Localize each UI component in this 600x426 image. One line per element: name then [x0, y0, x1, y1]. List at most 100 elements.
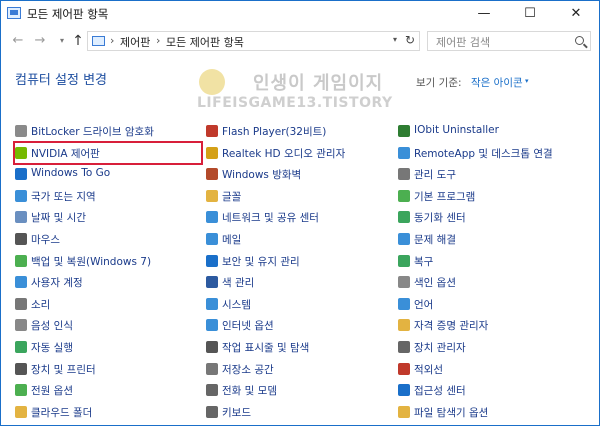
control-panel-item[interactable]: 글꼴 — [206, 186, 392, 206]
address-dropdown-icon[interactable]: ▾ — [393, 35, 397, 44]
refresh-button[interactable]: ↻ — [405, 33, 415, 47]
item-label: 작업 표시줄 및 탐색 — [222, 342, 310, 354]
backup-icon — [15, 255, 27, 267]
forward-button[interactable]: → — [31, 31, 49, 51]
control-panel-item[interactable]: 클라우드 폴더 — [15, 402, 201, 422]
item-label: 음성 인식 — [31, 320, 73, 332]
device-manager-icon — [398, 341, 410, 353]
control-panel-item[interactable]: 자격 증명 관리자 — [398, 315, 584, 335]
control-panel-item[interactable]: 보안 및 유지 관리 — [206, 251, 392, 271]
breadcrumb-all-items[interactable]: 모든 제어판 항목 — [166, 34, 244, 50]
watermark-line2: LIFEISGAME13.TISTORY — [197, 95, 393, 111]
search-box[interactable]: 제어판 검색 — [427, 31, 591, 51]
item-label: 장치 관리자 — [414, 342, 466, 354]
control-panel-item[interactable]: 작업 표시줄 및 탐색 — [206, 337, 392, 357]
item-label: 마우스 — [31, 234, 60, 246]
phone-icon — [206, 384, 218, 396]
printer-icon — [15, 363, 27, 375]
control-panel-item[interactable]: 전화 및 모뎀 — [206, 380, 392, 400]
control-panel-item[interactable]: 접근성 센터 — [398, 380, 584, 400]
control-panel-item[interactable]: 문제 해결 — [398, 229, 584, 249]
up-button[interactable]: ↑ — [69, 31, 87, 51]
control-panel-icon — [7, 7, 21, 19]
item-label: 자격 증명 관리자 — [414, 320, 489, 332]
control-panel-window: 모든 제어판 항목 — ☐ ✕ ← → ▾ ↑ › 제어판 › 모든 제어판 항… — [0, 0, 600, 426]
view-by-dropdown[interactable]: 작은 아이콘 — [471, 75, 523, 90]
item-label: 네트워크 및 공유 센터 — [222, 212, 319, 224]
realtek-icon — [206, 147, 218, 159]
control-panel-item[interactable]: 색 관리 — [206, 272, 392, 292]
control-panel-item[interactable]: 소리 — [15, 294, 201, 314]
watermark-line1: 인생이 게임이지 — [253, 73, 384, 94]
control-panel-item[interactable]: 음성 인식 — [15, 315, 201, 335]
item-label: 문제 해결 — [414, 234, 456, 246]
clock-icon — [15, 211, 27, 223]
search-icon[interactable] — [575, 36, 584, 45]
close-button[interactable]: ✕ — [553, 1, 599, 27]
control-panel-item[interactable]: Windows To Go — [15, 164, 201, 184]
control-panel-item[interactable]: NVIDIA 제어판 — [13, 141, 203, 165]
item-label: Realtek HD 오디오 관리자 — [222, 148, 346, 160]
control-panel-item[interactable]: 자동 실행 — [15, 337, 201, 357]
control-panel-item[interactable]: 관리 도구 — [398, 164, 584, 184]
control-panel-item[interactable]: 동기화 센터 — [398, 207, 584, 227]
control-panel-item[interactable]: BitLocker 드라이브 암호화 — [15, 121, 201, 141]
control-panel-item[interactable]: 마우스 — [15, 229, 201, 249]
folder-icon — [15, 406, 27, 418]
control-panel-item[interactable]: 장치 및 프린터 — [15, 359, 201, 379]
control-panel-item[interactable]: 백업 및 복원(Windows 7) — [15, 251, 201, 271]
flash-icon — [206, 125, 218, 137]
control-panel-item[interactable]: Flash Player(32비트) — [206, 121, 392, 141]
control-panel-item[interactable]: 언어 — [398, 294, 584, 314]
mouse-icon — [15, 233, 27, 245]
item-label: 파일 탐색기 옵션 — [414, 407, 489, 419]
control-panel-item[interactable]: 메일 — [206, 229, 392, 249]
control-panel-item[interactable]: 파일 탐색기 옵션 — [398, 402, 584, 422]
indexing-icon — [398, 276, 410, 288]
control-panel-item[interactable]: Realtek HD 오디오 관리자 — [206, 143, 392, 163]
watermark-moon — [199, 69, 225, 95]
control-panel-item[interactable]: 복구 — [398, 251, 584, 271]
back-button[interactable]: ← — [9, 31, 27, 51]
flag-icon — [206, 255, 218, 267]
control-panel-item[interactable]: 네트워크 및 공유 센터 — [206, 207, 392, 227]
control-panel-item[interactable]: 전원 옵션 — [15, 380, 201, 400]
control-panel-item[interactable]: 기본 프로그램 — [398, 186, 584, 206]
font-icon — [206, 190, 218, 202]
control-panel-item[interactable]: 국가 또는 지역 — [15, 186, 201, 206]
control-panel-item[interactable]: 색인 옵션 — [398, 272, 584, 292]
control-panel-item[interactable]: 시스템 — [206, 294, 392, 314]
minimize-button[interactable]: — — [461, 1, 507, 27]
taskbar-icon — [206, 341, 218, 353]
item-label: 사용자 계정 — [31, 277, 83, 289]
control-panel-item[interactable]: 인터넷 옵션 — [206, 315, 392, 335]
control-panel-item[interactable]: 날짜 및 시간 — [15, 207, 201, 227]
breadcrumb-separator[interactable]: › — [110, 34, 114, 47]
storage-icon — [206, 363, 218, 375]
control-panel-item[interactable]: IObit Uninstaller — [398, 121, 584, 141]
control-panel-item[interactable]: 적외선 — [398, 359, 584, 379]
item-label: 메일 — [222, 234, 242, 246]
address-bar[interactable]: › 제어판 › 모든 제어판 항목 ▾ ↻ — [87, 31, 420, 51]
maximize-button[interactable]: ☐ — [507, 1, 553, 27]
credential-icon — [398, 319, 410, 331]
item-label: 저장소 공간 — [222, 364, 274, 376]
control-panel-item[interactable]: RemoteApp 및 데스크톱 연결 — [398, 143, 584, 163]
item-label: Windows To Go — [31, 167, 111, 179]
chevron-down-icon[interactable]: ▾ — [525, 77, 529, 85]
language-icon — [398, 298, 410, 310]
breadcrumb-separator[interactable]: › — [156, 34, 160, 47]
item-label: BitLocker 드라이브 암호화 — [31, 126, 154, 138]
control-panel-item[interactable]: 장치 관리자 — [398, 337, 584, 357]
admin-tools-icon — [398, 168, 410, 180]
control-panel-item[interactable]: 사용자 계정 — [15, 272, 201, 292]
item-label: 날짜 및 시간 — [31, 212, 86, 224]
control-panel-item[interactable]: 저장소 공간 — [206, 359, 392, 379]
item-label: 장치 및 프린터 — [31, 364, 96, 376]
windows-to-go-icon — [15, 168, 27, 180]
breadcrumb-control-panel[interactable]: 제어판 — [120, 34, 150, 50]
control-panel-item[interactable]: 키보드 — [206, 402, 392, 422]
watermark: 인생이 게임이지 LIFEISGAME13.TISTORY — [197, 65, 397, 117]
control-panel-item[interactable]: Windows 방화벽 — [206, 164, 392, 184]
microphone-icon — [15, 319, 27, 331]
